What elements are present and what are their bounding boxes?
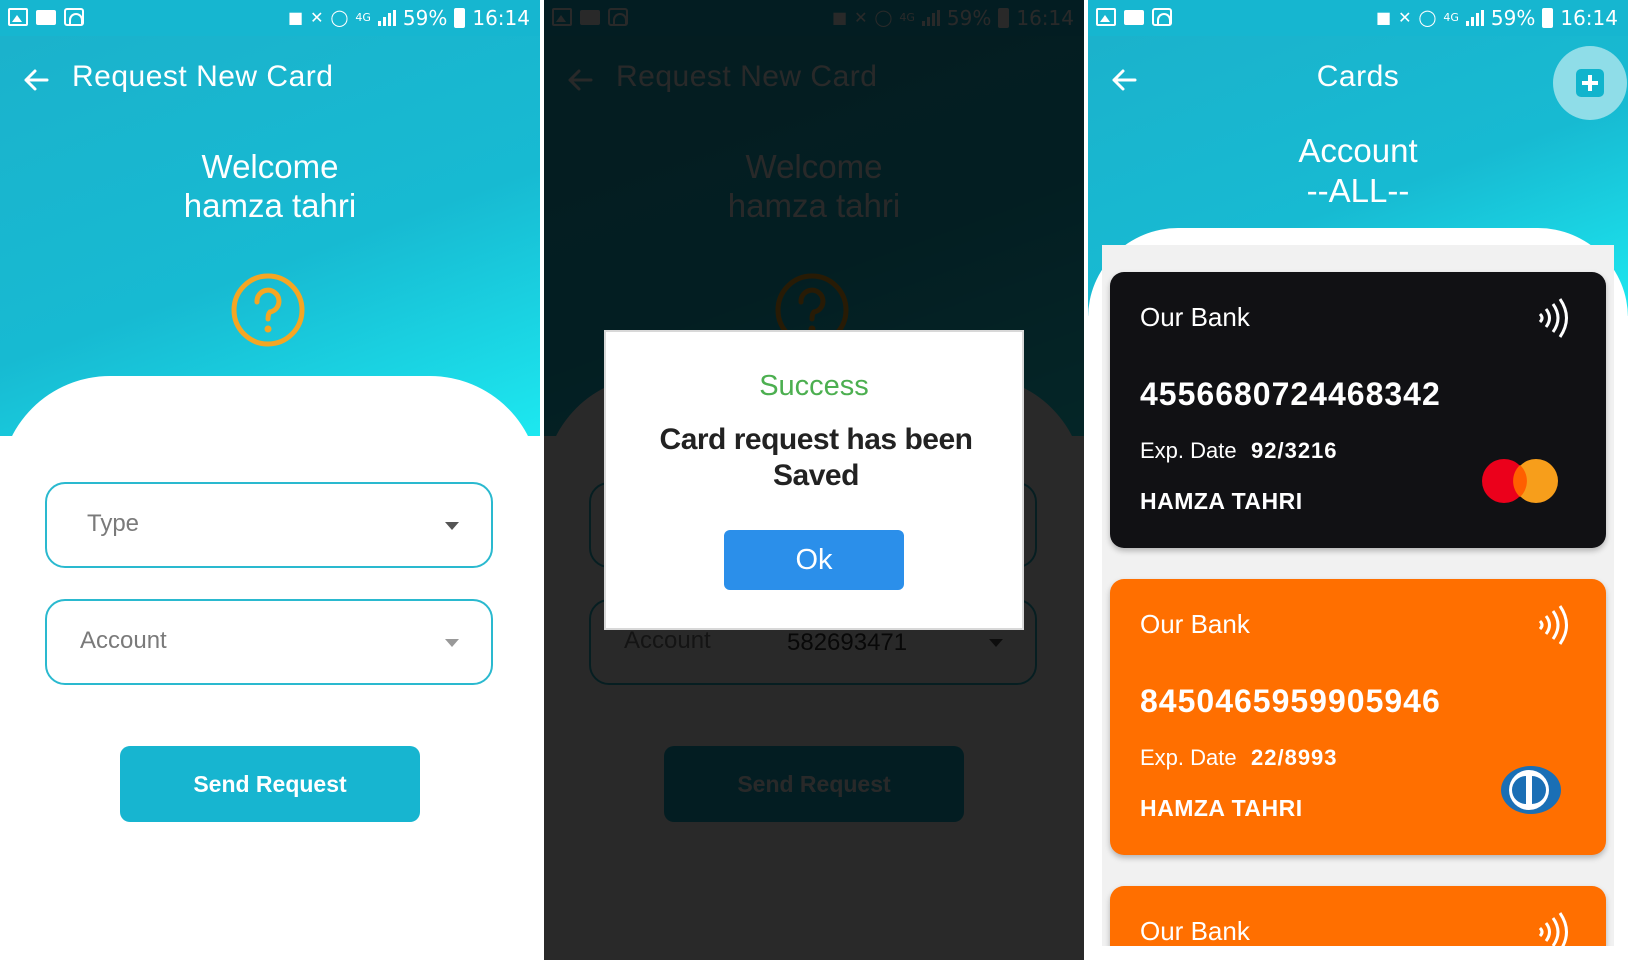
plus-icon: [1576, 69, 1604, 97]
bank-name: Our Bank: [1140, 302, 1250, 332]
account-label: Account: [1298, 132, 1418, 169]
battery-icon: [1542, 8, 1554, 28]
lock-icon: ■: [1375, 8, 1392, 27]
battery-icon: [454, 8, 466, 28]
wifi-icon: [64, 8, 84, 26]
dialog-title: Success: [759, 370, 869, 402]
card-item[interactable]: Our Bank 8450465959905946 Exp. Date 22/8…: [1110, 579, 1606, 855]
dialog-message: Card request has been Saved: [659, 423, 973, 492]
back-arrow-icon[interactable]: [22, 66, 50, 94]
card-holder: HAMZA TAHRI: [1140, 488, 1303, 514]
mute-icon: ✕: [310, 8, 324, 27]
mastercard-logo: [1482, 459, 1558, 503]
type-dropdown[interactable]: Type: [45, 482, 493, 568]
alarm-icon: ◯: [330, 8, 349, 27]
signal-icon: [377, 10, 396, 26]
alarm-icon: ◯: [1418, 8, 1437, 27]
welcome-text: Welcome: [201, 148, 339, 185]
request-card-screen: ■ ✕ ◯ 4G 59% 16:14 Request New Card Welc…: [0, 0, 540, 960]
bank-name: Our Bank: [1140, 916, 1250, 946]
user-name: hamza tahri: [183, 187, 357, 224]
account-dropdown[interactable]: Account: [45, 599, 493, 685]
diners-club-logo: [1501, 766, 1561, 814]
send-request-button[interactable]: Send Request: [120, 746, 420, 822]
network-type: 4G: [1443, 11, 1459, 24]
battery-percent: 59%: [1490, 6, 1536, 30]
add-card-button[interactable]: [1553, 46, 1627, 120]
clock: 16:14: [1560, 6, 1618, 30]
wifi-icon: [1152, 8, 1172, 26]
page-title: Cards: [1316, 60, 1400, 93]
question-icon: [231, 273, 305, 347]
gallery-icon: [8, 8, 28, 26]
exp-date-label: Exp. Date: [1140, 745, 1237, 770]
card-number: 8450465959905946: [1140, 683, 1441, 719]
status-bar: ■ ✕ ◯ 4G 59% 16:14: [0, 0, 540, 36]
folder-icon: [36, 10, 56, 25]
type-label: Type: [87, 510, 140, 537]
contactless-icon: [1538, 605, 1568, 645]
contactless-icon: [1538, 298, 1568, 338]
chevron-down-icon: [445, 522, 459, 530]
card-item[interactable]: Our Bank: [1110, 886, 1606, 946]
cards-screen: ■ ✕ ◯ 4G 59% 16:14 Cards Account --ALL--…: [1088, 0, 1628, 946]
lock-icon: ■: [287, 8, 304, 27]
page-title: Request New Card: [72, 60, 334, 93]
network-type: 4G: [355, 11, 371, 24]
bank-name: Our Bank: [1140, 609, 1250, 639]
ok-button[interactable]: Ok: [724, 530, 904, 590]
signal-icon: [1465, 10, 1484, 26]
gallery-icon: [1096, 8, 1116, 26]
exp-date-label: Exp. Date: [1140, 438, 1237, 463]
card-number: 4556680724468342: [1140, 376, 1441, 412]
success-dialog-screen: ■ ✕ ◯ 4G 59% 16:14 Request New Card Welc…: [544, 0, 1084, 960]
exp-date-value: 22/8993: [1251, 745, 1338, 770]
folder-icon: [1124, 10, 1144, 25]
battery-percent: 59%: [402, 6, 448, 30]
card-holder: HAMZA TAHRI: [1140, 795, 1303, 821]
success-dialog: Success Card request has been Saved Ok: [604, 330, 1024, 630]
account-label: Account: [80, 627, 167, 654]
card-item[interactable]: Our Bank 4556680724468342 Exp. Date 92/3…: [1110, 272, 1606, 548]
chevron-down-icon: [445, 639, 459, 647]
status-bar: ■ ✕ ◯ 4G 59% 16:14: [1088, 0, 1628, 36]
exp-date-value: 92/3216: [1251, 438, 1338, 463]
account-filter-value: --ALL--: [1306, 172, 1410, 209]
mute-icon: ✕: [1398, 8, 1412, 27]
contactless-icon: [1538, 912, 1568, 946]
clock: 16:14: [472, 6, 530, 30]
